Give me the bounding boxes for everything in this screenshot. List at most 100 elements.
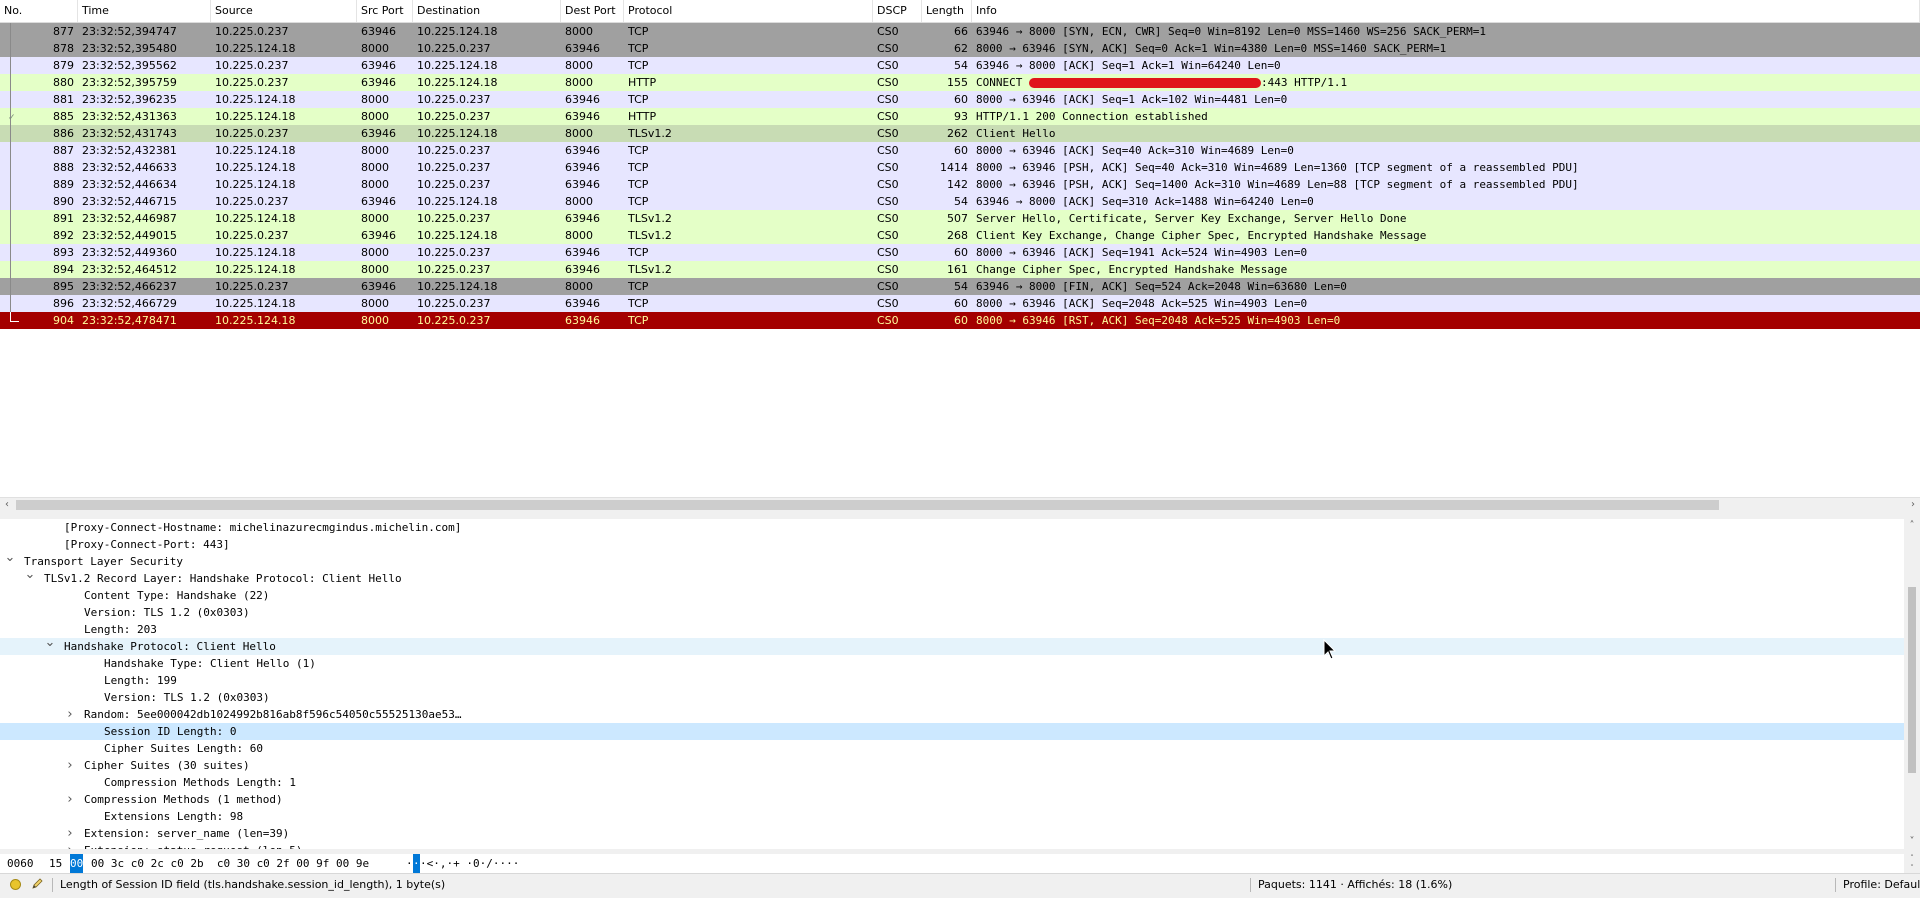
tree-item[interactable]: Length: 199: [0, 672, 1904, 689]
packet-row[interactable]: 891 23:32:52,446987 10.225.124.18 8000 10.22…: [0, 210, 1920, 227]
tree-item[interactable]: Cipher Suites Length: 60: [0, 740, 1904, 757]
tree-item[interactable]: › Extension: status_request (len=5): [0, 842, 1904, 849]
cell-dport: 63946: [565, 144, 600, 157]
tree-item[interactable]: › Compression Methods (1 method): [0, 791, 1904, 808]
chevron-right-icon[interactable]: ›: [64, 791, 76, 808]
cell-sport: 8000: [361, 110, 389, 123]
column-header-dport[interactable]: Dest Port: [561, 0, 624, 22]
tree-item[interactable]: Session ID Length: 0: [0, 723, 1904, 740]
tree-item[interactable]: [Proxy-Connect-Hostname: michelinazurecm…: [0, 519, 1904, 536]
column-header-no[interactable]: No.: [0, 0, 78, 22]
chevron-right-icon[interactable]: ›: [64, 825, 76, 842]
packet-row[interactable]: 896 23:32:52,466729 10.225.124.18 8000 10.22…: [0, 295, 1920, 312]
cell-dst: 10.225.0.237: [417, 93, 491, 106]
pane-splitter[interactable]: [0, 511, 1920, 519]
cell-proto: TLSv1.2: [628, 263, 672, 276]
packet-row[interactable]: 892 23:32:52,449015 10.225.0.237 63946 10.22…: [0, 227, 1920, 244]
tree-item[interactable]: ⌄ Transport Layer Security: [0, 550, 1904, 570]
packet-row[interactable]: 890 23:32:52,446715 10.225.0.237 63946 10.22…: [0, 193, 1920, 210]
column-header-sport[interactable]: Src Port: [357, 0, 413, 22]
tree-item[interactable]: [Proxy-Connect-Port: 443]: [0, 536, 1904, 553]
packet-list-hscrollbar[interactable]: ‹ ›: [0, 497, 1920, 512]
chevron-right-icon[interactable]: ›: [64, 706, 76, 723]
cell-time: 23:32:52,466729: [82, 297, 177, 310]
packet-row[interactable]: 889 23:32:52,446634 10.225.124.18 8000 10.22…: [0, 176, 1920, 193]
cell-dscp: CS0: [877, 263, 899, 276]
tree-item[interactable]: › Random: 5ee000042db1024992b816ab8f596c5…: [0, 706, 1904, 723]
cell-no: 888: [53, 161, 74, 174]
hscroll-thumb[interactable]: [16, 500, 1719, 510]
cell-src: 10.225.124.18: [215, 246, 296, 259]
mouse-pointer-icon: [1323, 639, 1337, 660]
chevron-right-icon[interactable]: ›: [64, 842, 76, 849]
tree-item[interactable]: › Extension: server_name (len=39): [0, 825, 1904, 842]
cell-sport: 63946: [361, 76, 396, 89]
chevron-right-icon[interactable]: ›: [64, 757, 76, 774]
tree-item[interactable]: Length: 203: [0, 621, 1904, 638]
scroll-up-icon[interactable]: ˄: [1904, 854, 1920, 863]
status-profile[interactable]: Profile: Default: [1843, 874, 1920, 896]
cell-sport: 8000: [361, 212, 389, 225]
tree-item[interactable]: Content Type: Handshake (22): [0, 587, 1904, 604]
vscroll-thumb[interactable]: [1908, 587, 1916, 773]
packet-row[interactable]: 888 23:32:52,446633 10.225.124.18 8000 10.22…: [0, 159, 1920, 176]
packet-details-tree[interactable]: [Proxy-Connect-Hostname: michelinazurecm…: [0, 519, 1904, 849]
bytes-ascii-pre[interactable]: ·: [406, 854, 413, 873]
tree-item[interactable]: Handshake Type: Client Hello (1): [0, 655, 1904, 672]
chevron-down-icon[interactable]: ⌄: [4, 549, 16, 566]
column-header-len[interactable]: Length: [922, 0, 972, 22]
cell-proto: TCP: [628, 297, 649, 310]
edit-comment-icon[interactable]: [31, 877, 45, 891]
bytes-ascii-post[interactable]: ·<·,·+ ·0·/····: [420, 854, 519, 873]
packet-row[interactable]: 895 23:32:52,466237 10.225.0.237 63946 10.22…: [0, 278, 1920, 295]
cell-sport: 8000: [361, 263, 389, 276]
chevron-down-icon[interactable]: ⌄: [44, 634, 56, 651]
packet-row[interactable]: 887 23:32:52,432381 10.225.124.18 8000 10.22…: [0, 142, 1920, 159]
scroll-down-icon[interactable]: ˅: [1904, 835, 1920, 849]
cell-dst: 10.225.0.237: [417, 263, 491, 276]
packet-row[interactable]: 881 23:32:52,396235 10.225.124.18 8000 10.22…: [0, 91, 1920, 108]
scroll-right-icon[interactable]: ›: [1906, 498, 1920, 512]
bytes-hex-pre[interactable]: 15: [49, 854, 62, 873]
scroll-up-icon[interactable]: ˄: [1904, 519, 1920, 533]
bytes-vscrollbar[interactable]: ˄ ˅: [1904, 854, 1920, 873]
packet-row[interactable]: 880 23:32:52,395759 10.225.0.237 63946 10.22…: [0, 74, 1920, 91]
scroll-down-icon[interactable]: ˅: [1904, 864, 1920, 873]
tree-item[interactable]: › Cipher Suites (30 suites): [0, 757, 1904, 774]
column-header-info[interactable]: Info: [972, 0, 1920, 22]
bytes-ascii-selected[interactable]: ·: [413, 854, 420, 873]
packet-row[interactable]: 904 23:32:52,478471 10.225.124.18 8000 10.22…: [0, 312, 1920, 329]
tree-item[interactable]: ⌄ Handshake Protocol: Client Hello: [0, 635, 1904, 655]
column-header-time[interactable]: Time: [78, 0, 211, 22]
scroll-left-icon[interactable]: ‹: [0, 498, 14, 512]
cell-dscp: CS0: [877, 127, 899, 140]
packet-row[interactable]: 879 23:32:52,395562 10.225.0.237 63946 10.22…: [0, 57, 1920, 74]
tree-item-label: Session ID Length: 0: [104, 725, 237, 738]
tree-item[interactable]: Version: TLS 1.2 (0x0303): [0, 689, 1904, 706]
column-header-proto[interactable]: Protocol: [624, 0, 873, 22]
expert-info-icon[interactable]: [10, 879, 21, 890]
packet-row[interactable]: 894 23:32:52,464512 10.225.124.18 8000 10.22…: [0, 261, 1920, 278]
tree-item[interactable]: Extensions Length: 98: [0, 808, 1904, 825]
packet-bytes-pane[interactable]: 0060 15 00 00 3c c0 2c c0 2b c0 30 c0 2f…: [0, 854, 1904, 873]
chevron-down-icon[interactable]: ⌄: [24, 566, 36, 583]
packet-row[interactable]: ✓ 885 23:32:52,431363 10.225.124.18 8000 10.2…: [0, 108, 1920, 125]
cell-no: 877: [53, 25, 74, 38]
packet-row[interactable]: 886 23:32:52,431743 10.225.0.237 63946 10.22…: [0, 125, 1920, 142]
column-header-dscp[interactable]: DSCP: [873, 0, 922, 22]
cell-no: 893: [53, 246, 74, 259]
packet-row[interactable]: 877 23:32:52,394747 10.225.0.237 63946 10.22…: [0, 23, 1920, 40]
cell-dst: 10.225.124.18: [417, 76, 498, 89]
bytes-hex-post[interactable]: 00 3c c0 2c c0 2b c0 30 c0 2f 00 9f 00 9…: [91, 854, 369, 873]
details-vscrollbar[interactable]: ˄ ˅: [1904, 519, 1920, 849]
tree-item-label: Compression Methods (1 method): [84, 793, 283, 806]
bytes-hex-selected[interactable]: 00: [70, 854, 84, 873]
packet-row[interactable]: 878 23:32:52,395480 10.225.124.18 8000 10.22…: [0, 40, 1920, 57]
tree-item[interactable]: ⌄ TLSv1.2 Record Layer: Handshake Protoco…: [0, 567, 1904, 587]
column-header-src[interactable]: Source: [211, 0, 357, 22]
packet-list[interactable]: No. Time Source Src Port Destination Dest Por…: [0, 0, 1920, 503]
tree-item[interactable]: Compression Methods Length: 1: [0, 774, 1904, 791]
column-header-dst[interactable]: Destination: [413, 0, 561, 22]
tree-item[interactable]: Version: TLS 1.2 (0x0303): [0, 604, 1904, 621]
packet-row[interactable]: 893 23:32:52,449360 10.225.124.18 8000 10.22…: [0, 244, 1920, 261]
